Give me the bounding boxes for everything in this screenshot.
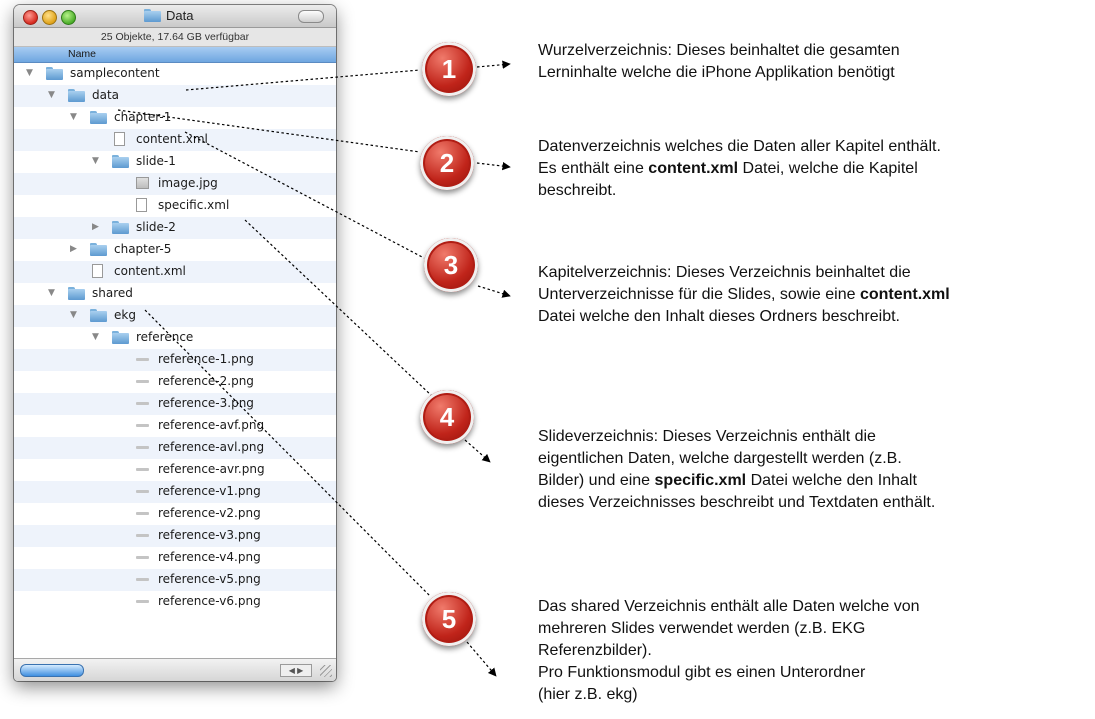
- arrow-5: [466, 641, 497, 677]
- callout-badge-3: 3: [424, 238, 478, 292]
- connector-2: [117, 109, 421, 153]
- callout-text-segment: Wurzelverzeichnis: Dieses beinhaltet die…: [538, 42, 900, 59]
- callout-text-segment: Kapitelverzeichnis: Dieses Verzeichnis b…: [538, 264, 911, 281]
- callout-text-segment: Es enthält eine: [538, 160, 649, 177]
- callout-text-segment: Datenverzeichnis welches die Daten aller…: [538, 138, 941, 155]
- arrow-2: [476, 161, 511, 171]
- arrow-1: [476, 60, 511, 69]
- callout-text-segment: Das shared Verzeichnis enthält alle Date…: [538, 598, 920, 615]
- callout-badge-5: 5: [422, 592, 476, 646]
- arrow-4: [464, 439, 491, 463]
- callout-text-segment: Bilder) und eine: [538, 472, 655, 489]
- filename-highlight: specific.xml: [654, 472, 747, 489]
- callout-text-segment: (hier z.B. ekg): [538, 686, 638, 703]
- filename-highlight: content.xml: [648, 160, 739, 177]
- connector-4: [244, 219, 433, 397]
- callout-text-segment: Referenzbilder).: [538, 642, 652, 659]
- callout-text-3: Kapitelverzeichnis: Dieses Verzeichnis b…: [538, 262, 950, 328]
- callout-text-2: Datenverzeichnis welches die Daten aller…: [538, 136, 941, 202]
- callout-text-segment: Datei welche den Inhalt: [746, 472, 917, 489]
- callout-badge-2: 2: [420, 136, 474, 190]
- callout-text-segment: mehreren Slides verwendet werden (z.B. E…: [538, 620, 866, 637]
- callout-text-segment: beschreibt.: [538, 182, 617, 199]
- callout-text-1: Wurzelverzeichnis: Dieses beinhaltet die…: [538, 40, 900, 84]
- callout-text-segment: Lerninhalte welche die iPhone Applikatio…: [538, 64, 895, 81]
- connector-3: [184, 131, 425, 259]
- callout-text-segment: Slideverzeichnis: Dieses Verzeichnis ent…: [538, 428, 876, 445]
- callout-text-segment: Unterverzeichnisse für die Slides, sowie…: [538, 286, 860, 303]
- connector-1: [185, 69, 421, 91]
- callout-badge-1: 1: [422, 42, 476, 96]
- arrow-3: [477, 285, 511, 298]
- callout-text-segment: Datei welche den Inhalt dieses Ordners b…: [538, 308, 900, 325]
- connector-5: [144, 309, 431, 597]
- callout-text-segment: eigentlichen Daten, welche dargestellt w…: [538, 450, 902, 467]
- callout-text-segment: dieses Verzeichnisses beschreibt und Tex…: [538, 494, 936, 511]
- filename-highlight: content.xml: [859, 286, 950, 303]
- callout-text-5: Das shared Verzeichnis enthält alle Date…: [538, 596, 920, 706]
- callout-text-segment: Pro Funktionsmodul gibt es einen Unteror…: [538, 664, 866, 681]
- callout-badge-4: 4: [420, 390, 474, 444]
- callout-text-4: Slideverzeichnis: Dieses Verzeichnis ent…: [538, 426, 935, 514]
- callout-text-segment: Datei, welche die Kapitel: [738, 160, 918, 177]
